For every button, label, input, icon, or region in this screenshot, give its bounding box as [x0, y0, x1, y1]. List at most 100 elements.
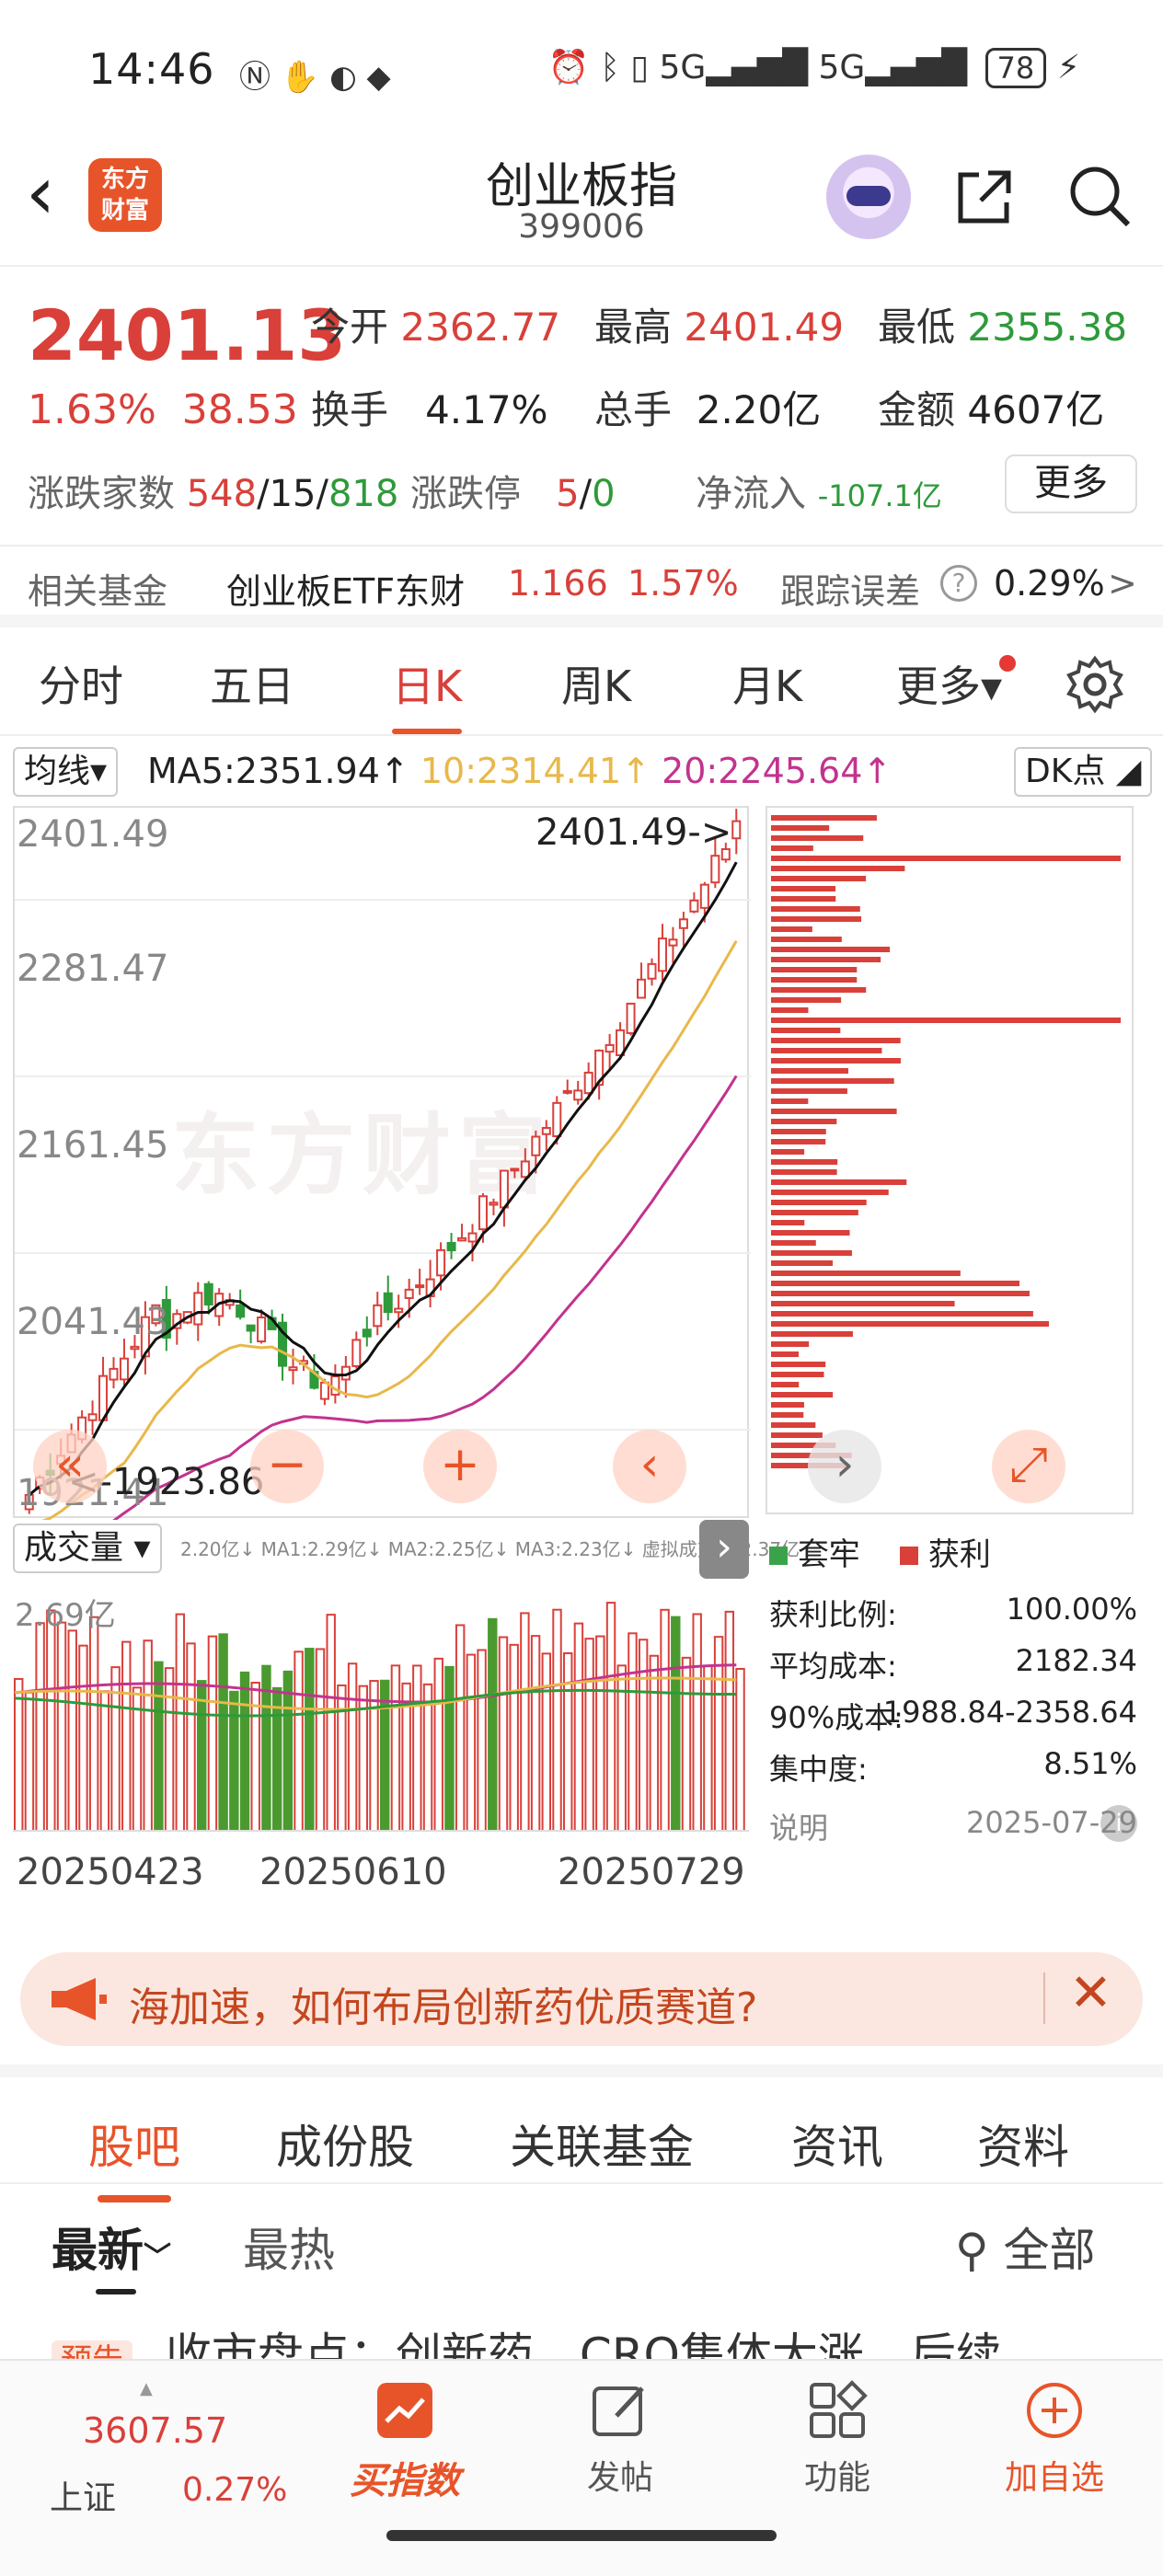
volume-bar [380, 1679, 390, 1832]
chevron-right-icon[interactable]: > [1108, 563, 1137, 604]
related-fund-row[interactable]: 相关基金 创业板ETF东财 1.166 1.57% 跟踪误差 ? 0.29% > [0, 545, 1163, 627]
volume-bar [724, 1610, 735, 1833]
volume-bar [498, 1636, 509, 1832]
volume-bar [595, 1635, 605, 1832]
tab-related-funds[interactable]: 关联基金 [510, 2110, 694, 2177]
turnover-rate: 换手 4.17% [311, 387, 548, 432]
volume-bar [46, 1609, 56, 1833]
banner-text: 海加速，如何布局创新药优质赛道? [129, 1984, 758, 2031]
chip-bar [771, 1260, 834, 1266]
chip-bar [771, 967, 858, 972]
chip-bar [771, 1311, 1033, 1317]
volume-bar [660, 1608, 670, 1832]
volume-chart[interactable]: 2.69亿 20250423 20250610 20250729 [13, 1582, 749, 1932]
buy-index-tab[interactable]: 买指数 [322, 2379, 488, 2504]
function-tab[interactable]: 功能 [754, 2379, 920, 2499]
chevron-right-icon[interactable]: › [808, 1430, 881, 1503]
chevron-left-double-icon[interactable]: « [33, 1430, 107, 1503]
axis-label-top: 2401.49 [17, 813, 169, 856]
news-banner[interactable]: 海加速，如何布局创新药优质赛道? ✕ [20, 1952, 1143, 2046]
tab-five-day[interactable]: 五日 [210, 653, 294, 714]
chip-bar [771, 1210, 858, 1215]
ma-values: MA5:2351.94↑ 10:2314.41↑ 20:2245.64↑ [147, 751, 892, 791]
tab-daily-k[interactable]: 日K [392, 653, 463, 734]
volume-bar [347, 1662, 358, 1833]
tab-profile[interactable]: 资料 [977, 2110, 1069, 2177]
dk-point-button[interactable]: DK点 ◢ [1014, 747, 1153, 797]
chip-bar [771, 876, 867, 881]
chart-up-icon [377, 2383, 432, 2438]
chip-bar [771, 1230, 850, 1236]
volume-bar [412, 1664, 422, 1832]
volume-bar [488, 1617, 498, 1832]
date-label-end: 20250729 [558, 1851, 745, 1893]
alarm-icon: ⏰ [547, 49, 590, 86]
chip-bar [771, 1281, 1020, 1286]
chevron-left-icon[interactable]: ‹ [613, 1430, 686, 1503]
post-tab[interactable]: 发帖 [537, 2379, 703, 2499]
open-price: 今开 2362.77 [311, 305, 561, 350]
add-watchlist-tab[interactable]: 加自选 [972, 2379, 1137, 2499]
profit-ratio: 获利比例: 100.00% [769, 1592, 1137, 1632]
close-icon[interactable]: ✕ [1069, 1963, 1112, 2023]
volume-bar [175, 1613, 186, 1833]
share-icon[interactable] [951, 164, 1018, 230]
volume-bar [326, 1614, 336, 1833]
volume-bar [703, 1664, 713, 1833]
candle-body [699, 883, 709, 909]
volume-bar [143, 1639, 153, 1832]
volume-bar [605, 1602, 616, 1832]
limit-up-down: 涨跌停 5/0 [410, 473, 616, 515]
candle-body [446, 1241, 456, 1252]
volume-bar [444, 1665, 455, 1832]
explanation-row[interactable]: 说明 i 2025-07-29 [769, 1805, 1137, 1857]
tab-constituents[interactable]: 成份股 [276, 2110, 414, 2177]
tab-monthly-k[interactable]: 月K [732, 653, 802, 714]
sort-hot[interactable]: 最热 [243, 2214, 335, 2280]
help-icon[interactable]: ? [940, 565, 977, 602]
chip-bar [771, 896, 836, 902]
ma-selector[interactable]: 均线▾ [13, 747, 119, 797]
nav-header: ‹ 东方 财富 创业板指 399006 [0, 138, 1163, 267]
zoom-in-button[interactable]: + [423, 1430, 497, 1503]
tab-guba[interactable]: 股吧 [88, 2110, 180, 2202]
advance-decline: 涨跌家数 548/15/818 [28, 473, 399, 515]
candle-body [109, 1367, 119, 1381]
fund-name[interactable]: 创业板ETF东财 [226, 563, 465, 614]
tab-more[interactable]: 更多▾ [896, 653, 1002, 714]
zoom-out-button[interactable]: − [250, 1430, 324, 1503]
sort-latest[interactable]: 最新﹀ [52, 2214, 171, 2280]
volume-bar [197, 1680, 207, 1833]
nfc-icon: Ⓝ [239, 59, 271, 96]
high-marker: 2401.49-> [535, 811, 732, 854]
gear-icon[interactable] [1065, 655, 1124, 714]
chip-bar [771, 1159, 838, 1165]
chip-bar [771, 1331, 853, 1337]
volume-bar [541, 1652, 552, 1833]
chip-bar [771, 1250, 852, 1256]
candle-body [415, 1284, 425, 1289]
volume-bar [520, 1612, 530, 1832]
volume-bar [315, 1648, 326, 1832]
more-quote-button[interactable]: 更多 [1005, 454, 1137, 513]
volume-bar [692, 1613, 702, 1832]
filter-all[interactable]: ⚲ 全部 [955, 2214, 1096, 2280]
volume-bar [121, 1640, 132, 1832]
tracking-error-value: 0.29% [994, 563, 1105, 604]
search-icon[interactable] [1065, 162, 1132, 228]
signal-icon-2: 5G▂▄▆█ [818, 49, 968, 86]
chip-bar [771, 845, 813, 851]
tab-weekly-k[interactable]: 周K [561, 653, 631, 714]
expand-side-button[interactable]: › [699, 1520, 749, 1579]
volume-selector[interactable]: 成交量 ▾ [13, 1524, 162, 1573]
kline-chart[interactable]: 东方财富 2401.49 2281.47 2161.45 2041.43 192… [13, 806, 751, 1520]
volume-bar [649, 1654, 660, 1832]
chip-distribution[interactable]: › ⤢ [766, 806, 1134, 1514]
tab-minute[interactable]: 分时 [39, 653, 123, 714]
battery-icon: 78 [985, 48, 1047, 88]
expand-icon[interactable]: ⤢ [992, 1430, 1065, 1503]
candle-body [436, 1248, 446, 1277]
volume-bar [390, 1664, 401, 1832]
tab-news[interactable]: 资讯 [791, 2110, 883, 2177]
assistant-robot-icon[interactable] [826, 155, 911, 239]
